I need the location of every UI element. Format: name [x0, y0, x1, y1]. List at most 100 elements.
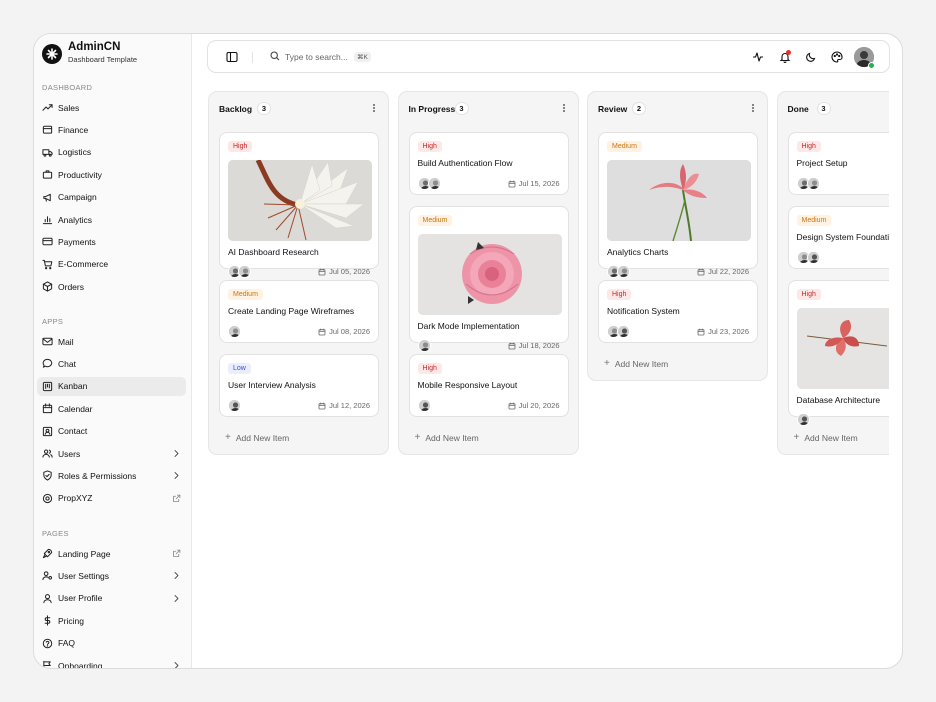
chevron-right-icon: [172, 661, 181, 668]
sidebar-item-payments[interactable]: Payments: [37, 232, 186, 251]
bell-icon[interactable]: [777, 49, 793, 65]
sidebar-item-e-commerce[interactable]: E-Commerce: [37, 255, 186, 274]
sidebar-item-roles-permissions[interactable]: Roles & Permissions: [37, 466, 186, 485]
add-item-button[interactable]: + Add New Item: [604, 358, 668, 369]
sidebar-item-label: Roles & Permissions: [58, 470, 137, 481]
sidebar-item-mail[interactable]: Mail: [37, 332, 186, 351]
sidebar-item-label: Mail: [58, 336, 74, 347]
sidebar-item-chat[interactable]: Chat: [37, 354, 186, 373]
sidebar-item-label: Calendar: [58, 403, 93, 414]
sidebar-item-users[interactable]: Users: [37, 444, 186, 463]
kanban-card[interactable]: High AI Dashboard Research Jul 05, 2026: [219, 132, 379, 278]
divider: [252, 52, 253, 63]
column-count-badge: 3: [257, 102, 271, 115]
sidebar-item-sales[interactable]: Sales: [37, 98, 186, 117]
sidebar-item-label: User Profile: [58, 593, 103, 604]
kanban-card[interactable]: Low User Interview Analysis Jul 12, 2026: [219, 354, 379, 417]
add-item-label: Add New Item: [614, 358, 669, 369]
card-image: [796, 308, 889, 389]
sidebar-item-finance[interactable]: Finance: [37, 120, 186, 139]
calendar-icon: [508, 180, 516, 188]
sidebar-item-label: Analytics: [58, 214, 93, 225]
sidebar: AdminCN Dashboard Template DASHBOARD Sal…: [34, 34, 192, 668]
more-vertical-icon[interactable]: [558, 102, 570, 114]
priority-badge: Medium: [228, 289, 263, 300]
sidebar-item-productivity[interactable]: Productivity: [37, 165, 186, 184]
sidebar-item-label: Pricing: [58, 615, 84, 626]
kanban-icon: [42, 381, 53, 392]
due-date: Jul 18, 2026: [508, 341, 560, 350]
kanban-card[interactable]: High Mobile Responsive Layout Jul 20, 20…: [408, 354, 569, 417]
due-date-text: Jul 08, 2026: [329, 327, 370, 336]
sidebar-item-landing-page[interactable]: Landing Page: [37, 544, 186, 563]
sidebar-item-onboarding[interactable]: Onboarding: [37, 656, 186, 668]
sidebar-item-analytics[interactable]: Analytics: [37, 210, 186, 229]
palette-icon[interactable]: [829, 49, 845, 65]
priority-badge: Medium: [796, 215, 832, 226]
plus-icon: +: [225, 432, 231, 443]
kanban-card[interactable]: High Notification System Jul 23, 2026: [598, 280, 758, 343]
priority-badge: High: [417, 141, 442, 152]
more-vertical-icon[interactable]: [747, 102, 759, 114]
search-input[interactable]: [285, 52, 353, 62]
add-item-button[interactable]: + Add New Item: [415, 432, 479, 443]
add-item-button[interactable]: + Add New Item: [794, 432, 858, 443]
user-cog-icon: [42, 570, 53, 581]
kanban-card[interactable]: Medium Design System Foundations: [787, 206, 889, 269]
priority-badge: High: [796, 289, 821, 300]
column-count-badge: 3: [454, 102, 469, 115]
sidebar-item-label: Campaign: [58, 192, 97, 203]
sidebar-item-logistics[interactable]: Logistics: [37, 143, 186, 162]
assignees: [417, 399, 431, 412]
sidebar-item-campaign[interactable]: Campaign: [37, 188, 186, 207]
card-title: Project Setup: [796, 158, 848, 168]
kanban-card[interactable]: Medium Analytics Charts Jul 22, 2026: [598, 132, 758, 278]
sidebar-item-kanban[interactable]: Kanban: [37, 376, 186, 396]
column-title: In Progress: [408, 104, 456, 114]
plus-icon: +: [414, 432, 421, 443]
help-circle-icon: [42, 638, 53, 649]
moon-icon[interactable]: [803, 49, 819, 65]
kanban-card[interactable]: Medium Dark Mode Implementation Jul 18, …: [408, 206, 569, 352]
column-title: Backlog: [219, 104, 253, 114]
plus-icon: +: [604, 358, 610, 369]
assignees: [796, 177, 820, 190]
sidebar-item-pricing[interactable]: Pricing: [37, 611, 186, 630]
briefcase-icon: [42, 169, 53, 180]
online-status-dot: [868, 62, 875, 69]
notification-dot: [786, 50, 791, 55]
more-vertical-icon[interactable]: [368, 102, 380, 114]
brand[interactable]: AdminCN Dashboard Template: [42, 41, 137, 66]
add-item-label: Add New Item: [235, 432, 290, 443]
kanban-card[interactable]: High Database Architecture: [787, 280, 889, 426]
search-bar[interactable]: ⌘K: [270, 49, 371, 65]
assignee-avatar: [617, 265, 630, 278]
due-date: Jul 08, 2026: [318, 327, 370, 336]
assignees: [228, 399, 241, 412]
card-image: [228, 160, 372, 241]
chevron-right-icon: [172, 471, 181, 480]
priority-badge: Medium: [417, 215, 453, 226]
add-item-button[interactable]: + Add New Item: [225, 432, 289, 443]
user-icon: [42, 593, 53, 604]
calendar-icon: [697, 268, 705, 276]
chevron-right-icon: [172, 571, 181, 580]
sidebar-item-faq[interactable]: FAQ: [37, 634, 186, 653]
sidebar-item-user-profile[interactable]: User Profile: [37, 589, 186, 608]
section-label: PAGES: [42, 529, 69, 538]
kanban-card[interactable]: High Project Setup: [787, 132, 889, 195]
column-title: Done: [787, 104, 809, 114]
sidebar-item-contact[interactable]: Contact: [37, 422, 186, 441]
sidebar-toggle-icon[interactable]: [224, 49, 240, 65]
card-title: Analytics Charts: [607, 247, 669, 257]
brand-subtitle: Dashboard Template: [68, 55, 138, 64]
sidebar-item-user-settings[interactable]: User Settings: [37, 566, 186, 585]
activity-icon[interactable]: [750, 49, 766, 65]
sidebar-item-calendar[interactable]: Calendar: [37, 399, 186, 418]
sidebar-item-orders[interactable]: Orders: [37, 277, 186, 296]
kanban-card[interactable]: High Build Authentication Flow Jul 15, 2…: [408, 132, 569, 195]
kanban-card[interactable]: Medium Create Landing Page Wireframes Ju…: [219, 280, 379, 343]
sidebar-item-propxyz[interactable]: PropXYZ: [37, 489, 186, 508]
onboarding-icon: [42, 660, 53, 668]
due-date-text: Jul 05, 2026: [329, 267, 370, 276]
